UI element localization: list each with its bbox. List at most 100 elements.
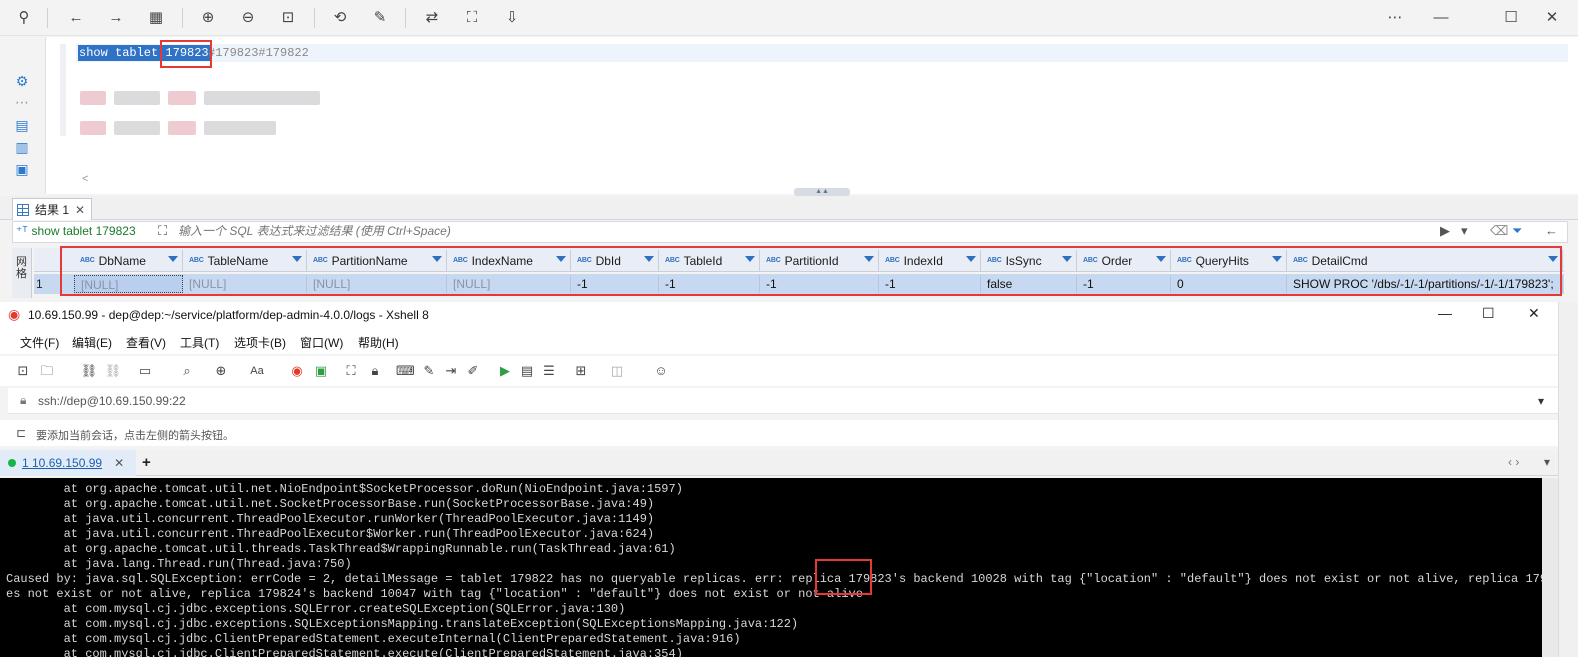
add-tab-button[interactable]: +	[142, 454, 151, 471]
menu-view[interactable]: 查看(V)	[126, 334, 166, 351]
redacted-text	[80, 91, 106, 105]
redacted-text	[168, 121, 196, 135]
highlight-box-sql	[160, 40, 212, 68]
globe-icon[interactable]: ⊕	[212, 362, 230, 380]
keyboard-icon[interactable]: ⌨	[396, 362, 415, 380]
tab-scroll-icon[interactable]: ‹ ›	[1508, 455, 1519, 469]
properties-icon[interactable]: ▭	[136, 362, 154, 380]
minimize-icon[interactable]: —	[1430, 7, 1452, 29]
close-tab-icon[interactable]: ✕	[75, 203, 85, 217]
layout-icon[interactable]: ◫	[608, 362, 626, 380]
filter-history-icon[interactable]: ▾	[1461, 223, 1468, 239]
fit-icon[interactable]: ⊡	[277, 7, 299, 29]
panel-splitter[interactable]: ▲▲	[794, 188, 850, 196]
export-icon[interactable]: ▣	[14, 161, 30, 177]
translate-icon[interactable]: ⇄	[421, 7, 443, 29]
fullscreen-icon[interactable]: ⛶	[342, 362, 360, 380]
toolbar-divider	[314, 8, 315, 28]
highlight-box-result	[60, 246, 1562, 296]
query-label: ⁺ᵀ show tablet 179823	[16, 224, 136, 238]
terminal-line: at java.util.concurrent.ThreadPoolExecut…	[6, 527, 655, 541]
close-icon[interactable]: ✕	[1541, 7, 1563, 29]
pin-icon[interactable]: ⚲	[13, 7, 35, 29]
terminal-line: at com.mysql.cj.jdbc.ClientPreparedState…	[6, 647, 683, 657]
minimize-icon[interactable]: —	[1438, 305, 1452, 321]
right-edge-panel	[1558, 302, 1578, 657]
chat-icon[interactable]: ☺	[652, 362, 670, 380]
terminal-output[interactable]: at org.apache.tomcat.util.net.NioEndpoin…	[0, 478, 1542, 657]
search-icon[interactable]: ⌕	[178, 362, 196, 380]
unlink-icon[interactable]: ⛓	[104, 362, 122, 380]
compose-icon[interactable]: ✐	[464, 362, 482, 380]
script-icon[interactable]: ✎	[420, 362, 438, 380]
arrow-left-icon[interactable]: ←	[1545, 223, 1558, 238]
terminal-line: at com.mysql.cj.jdbc.ClientPreparedState…	[6, 632, 741, 646]
grid-side-label: 网格	[16, 256, 27, 280]
zoom-in-icon[interactable]: ⊕	[197, 7, 219, 29]
terminal-line: at com.mysql.cj.jdbc.exceptions.SQLExcep…	[6, 617, 799, 631]
dots-icon: ⋯	[15, 94, 29, 110]
scan-icon[interactable]: ⛶	[461, 7, 483, 29]
grid-icon	[17, 203, 29, 216]
apply-filter-icon[interactable]: ▶	[1440, 223, 1450, 239]
sql-comment-text[interactable]: #179823#179822	[208, 45, 309, 61]
play-icon[interactable]: ▶	[496, 362, 514, 380]
expand-icon[interactable]: ⛶	[158, 223, 167, 239]
new-session-icon[interactable]: ⊡	[14, 362, 32, 380]
chevron-down-icon[interactable]: ▾	[1538, 394, 1544, 408]
edit-icon[interactable]: ✎	[369, 7, 391, 29]
terminal-scrollbar[interactable]	[1542, 478, 1558, 657]
open-folder-icon[interactable]: 🗀	[38, 362, 56, 380]
filter-icon[interactable]: ⏷	[1512, 223, 1522, 239]
settings-icon[interactable]: ⚙	[14, 73, 30, 89]
rotate-icon[interactable]: ⟲	[329, 7, 351, 29]
tab-list-icon[interactable]: ▾	[1544, 455, 1550, 469]
arrow-button-icon[interactable]: ⊏	[16, 426, 26, 440]
redacted-text	[204, 91, 320, 105]
menu-edit[interactable]: 编辑(E)	[72, 334, 112, 351]
transfer-icon[interactable]: ⇥	[442, 362, 460, 380]
menu-help[interactable]: 帮助(H)	[358, 334, 399, 351]
row-number: 1	[36, 277, 43, 291]
maximize-icon[interactable]: ☐	[1482, 305, 1495, 322]
zoom-out-icon[interactable]: ⊖	[237, 7, 259, 29]
editor-gutter	[60, 44, 66, 136]
redacted-text	[114, 121, 160, 135]
more-icon[interactable]: ⋯	[1384, 7, 1406, 29]
tab-label: 结果 1	[35, 203, 70, 217]
forward-icon[interactable]: →	[105, 7, 127, 29]
filter-input[interactable]	[178, 224, 1428, 238]
menu-file[interactable]: 文件(F)	[20, 334, 59, 351]
script-file-icon[interactable]: ▥	[14, 139, 30, 155]
download-icon[interactable]: ⇩	[501, 7, 523, 29]
maximize-icon[interactable]: ☐	[1500, 7, 1522, 29]
query-text: show tablet 179823	[31, 224, 136, 238]
terminal-line: at java.lang.Thread.run(Thread.java:750)	[6, 557, 352, 571]
new-tab-icon[interactable]: ⊞	[572, 362, 590, 380]
erase-filter-icon[interactable]: ⌫	[1490, 223, 1508, 239]
toolbar-divider	[47, 8, 48, 28]
execute-script-icon[interactable]: ▤	[14, 117, 30, 133]
address-text: ssh://dep@10.69.150.99:22	[38, 394, 186, 408]
grid-icon[interactable]: ▦	[145, 7, 167, 29]
address-bar[interactable]: 🔒︎ ssh://dep@10.69.150.99:22 ▾	[8, 388, 1558, 414]
font-icon[interactable]: Aa	[248, 362, 266, 380]
scroll-left-icon[interactable]: <	[82, 173, 88, 185]
xshell-icon[interactable]: ◉	[288, 362, 306, 380]
tab-result-1[interactable]: 结果 1 ✕	[12, 198, 93, 220]
window-title: 10.69.150.99 - dep@dep:~/service/platfor…	[28, 308, 429, 322]
close-tab-icon[interactable]: ✕	[114, 456, 124, 470]
link-icon[interactable]: ⛓	[80, 362, 98, 380]
xshell-titlebar: ◉ 10.69.150.99 - dep@dep:~/service/platf…	[0, 302, 1558, 328]
menu-window[interactable]: 窗口(W)	[300, 334, 343, 351]
lock-icon[interactable]: 🔒︎	[366, 362, 384, 380]
notes-icon[interactable]: ☰	[540, 362, 558, 380]
log-icon[interactable]: ▤	[518, 362, 536, 380]
xftp-icon[interactable]: ▣	[312, 362, 330, 380]
close-icon[interactable]: ✕	[1528, 305, 1540, 322]
terminal-line: at org.apache.tomcat.util.net.SocketProc…	[6, 497, 655, 511]
menu-tools[interactable]: 工具(T)	[180, 334, 219, 351]
menu-tabs[interactable]: 选项卡(B)	[234, 334, 286, 351]
back-icon[interactable]: ←	[65, 7, 87, 29]
session-tab-1[interactable]: 1 10.69.150.99 ✕	[0, 450, 136, 476]
